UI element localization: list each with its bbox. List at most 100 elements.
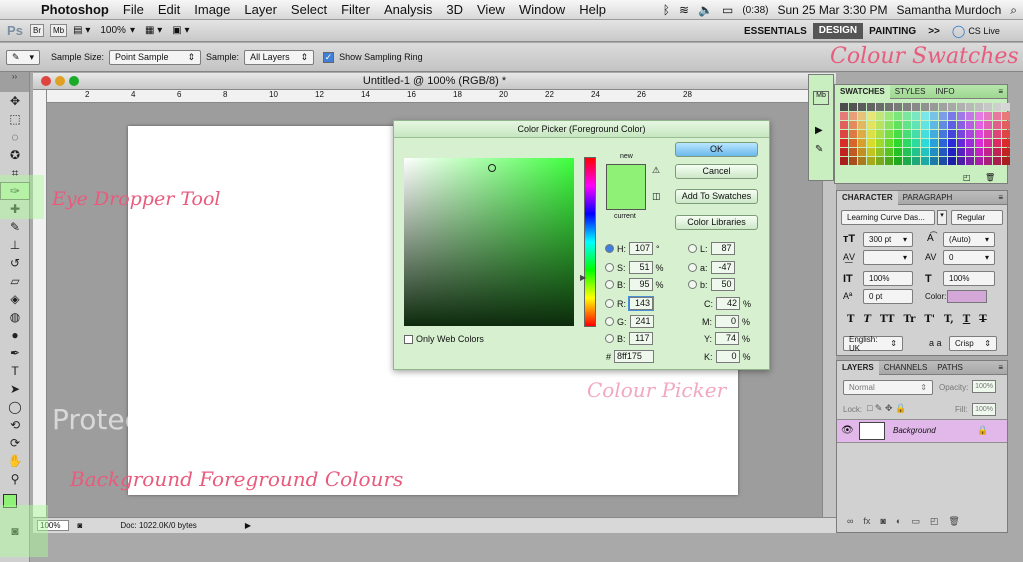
swatch[interactable] <box>957 121 965 129</box>
panel-menu-icon[interactable]: ≡ <box>998 87 1007 96</box>
faux-bold-button[interactable]: T <box>847 314 854 325</box>
menu-analysis[interactable]: Analysis <box>377 2 439 17</box>
swatch[interactable] <box>903 139 911 147</box>
dodge-tool-icon[interactable]: ● <box>0 326 30 344</box>
hue-slider[interactable]: ▶ <box>580 157 596 327</box>
swatch[interactable] <box>921 157 929 165</box>
swatch[interactable] <box>948 130 956 138</box>
swatch[interactable] <box>858 148 866 156</box>
swatch[interactable] <box>840 121 848 129</box>
tracking-select[interactable]: 0 ▾ <box>943 250 995 265</box>
swatch[interactable] <box>957 157 965 165</box>
lab-b-radio[interactable] <box>688 280 697 289</box>
swatch[interactable] <box>894 103 902 111</box>
swatch[interactable] <box>957 103 965 111</box>
cs-live-icon[interactable]: ◯ <box>952 24 965 38</box>
swatch[interactable] <box>984 121 992 129</box>
brush-tool-icon[interactable]: ✎ <box>0 218 30 236</box>
swatch[interactable] <box>930 121 938 129</box>
swatch[interactable] <box>876 112 884 120</box>
swatch[interactable] <box>921 148 929 156</box>
swatch[interactable] <box>930 148 938 156</box>
adjustment-layer-icon[interactable]: ◐ <box>896 516 901 527</box>
swatch[interactable] <box>948 139 956 147</box>
swatch[interactable] <box>948 157 956 165</box>
sample-layers-select[interactable]: All Layers ⇕ <box>244 49 315 65</box>
yellow-input[interactable]: 74 <box>715 332 740 345</box>
fill-input[interactable]: 100% <box>972 403 996 416</box>
swatch[interactable] <box>966 139 974 147</box>
ok-button[interactable]: OK <box>675 142 758 157</box>
minimize-window-icon[interactable] <box>55 76 65 86</box>
swatch[interactable] <box>966 148 974 156</box>
swatch[interactable] <box>894 139 902 147</box>
swatch[interactable] <box>876 157 884 165</box>
swatch[interactable] <box>939 139 947 147</box>
shape-tool-icon[interactable]: ◯ <box>0 398 30 416</box>
swatch[interactable] <box>957 148 965 156</box>
vertical-scale-input[interactable]: 100% <box>863 271 913 286</box>
swatch[interactable] <box>984 157 992 165</box>
paint-bucket-tool-icon[interactable]: ◈ <box>0 290 30 308</box>
swatch[interactable] <box>921 130 929 138</box>
swatch[interactable] <box>1002 130 1010 138</box>
saturation-radio[interactable] <box>605 263 614 272</box>
blur-tool-icon[interactable]: ◍ <box>0 308 30 326</box>
new-swatch-icon[interactable]: ◰ <box>963 173 971 182</box>
spotlight-icon[interactable]: ⌕ <box>1010 3 1017 18</box>
layer-style-icon[interactable]: fx <box>863 516 870 527</box>
hue-radio[interactable] <box>605 244 614 253</box>
menu-3d[interactable]: 3D <box>439 2 470 17</box>
color-libraries-button[interactable]: Color Libraries <box>675 215 758 230</box>
swatch[interactable] <box>858 112 866 120</box>
tab-styles[interactable]: STYLES <box>890 85 931 99</box>
swatch[interactable] <box>840 157 848 165</box>
swatch[interactable] <box>966 112 974 120</box>
color-field-cursor[interactable] <box>488 164 496 172</box>
swatch[interactable] <box>867 121 875 129</box>
swatch[interactable] <box>876 139 884 147</box>
stamp-tool-icon[interactable]: ⊥ <box>0 236 30 254</box>
swatch[interactable] <box>867 130 875 138</box>
tools-collapse-icon[interactable]: ›› <box>0 72 29 92</box>
3d-orbit-tool-icon[interactable]: ⟳ <box>0 434 30 452</box>
volume-icon[interactable]: 🔈 <box>698 3 713 17</box>
gamut-warning-icon[interactable]: ⚠ <box>652 165 660 176</box>
move-tool-icon[interactable]: ✥ <box>0 92 30 110</box>
swatch[interactable] <box>894 130 902 138</box>
lasso-tool-icon[interactable]: ◌ <box>0 128 30 146</box>
battery-icon[interactable]: ▭ <box>722 3 733 17</box>
swatch[interactable] <box>840 130 848 138</box>
vertical-ruler[interactable] <box>33 90 47 517</box>
swatch[interactable] <box>876 103 884 111</box>
swatch[interactable] <box>885 148 893 156</box>
swatch[interactable] <box>912 103 920 111</box>
swatch[interactable] <box>993 157 1001 165</box>
screen-mode-icon[interactable]: ▣ ▾ <box>172 25 189 36</box>
extras-icon[interactable]: ▤ ▾ <box>73 25 90 36</box>
all-caps-button[interactable]: TT <box>880 314 895 325</box>
swatch[interactable] <box>849 121 857 129</box>
brightness-radio[interactable] <box>605 280 614 289</box>
hue-slider-handle-icon[interactable]: ▶ <box>580 273 586 282</box>
horizontal-ruler[interactable]: 2 4 6 8 10 12 14 16 18 20 22 24 26 28 <box>47 90 836 103</box>
text-color-swatch[interactable] <box>947 290 987 303</box>
panel-menu-icon[interactable]: ≡ <box>998 193 1007 202</box>
menu-layer[interactable]: Layer <box>237 2 284 17</box>
layer-row[interactable]: 👁 Background 🔒 <box>837 419 1007 443</box>
swatch[interactable] <box>867 157 875 165</box>
swatch[interactable] <box>966 157 974 165</box>
swatch[interactable] <box>948 148 956 156</box>
blue-radio[interactable] <box>605 334 614 343</box>
hand-tool-icon[interactable]: ✋ <box>0 452 30 470</box>
lab-b-input[interactable]: 50 <box>710 278 735 291</box>
delete-layer-icon[interactable]: 🗑 <box>948 516 959 527</box>
font-style-select[interactable]: Regular <box>951 210 1003 225</box>
font-size-select[interactable]: 300 pt ▾ <box>863 232 913 247</box>
red-input[interactable]: 143 <box>628 296 654 311</box>
menu-app-name[interactable]: Photoshop <box>34 2 116 17</box>
swatch[interactable] <box>939 112 947 120</box>
menu-filter[interactable]: Filter <box>334 2 377 17</box>
swatch[interactable] <box>930 112 938 120</box>
swatch[interactable] <box>966 121 974 129</box>
